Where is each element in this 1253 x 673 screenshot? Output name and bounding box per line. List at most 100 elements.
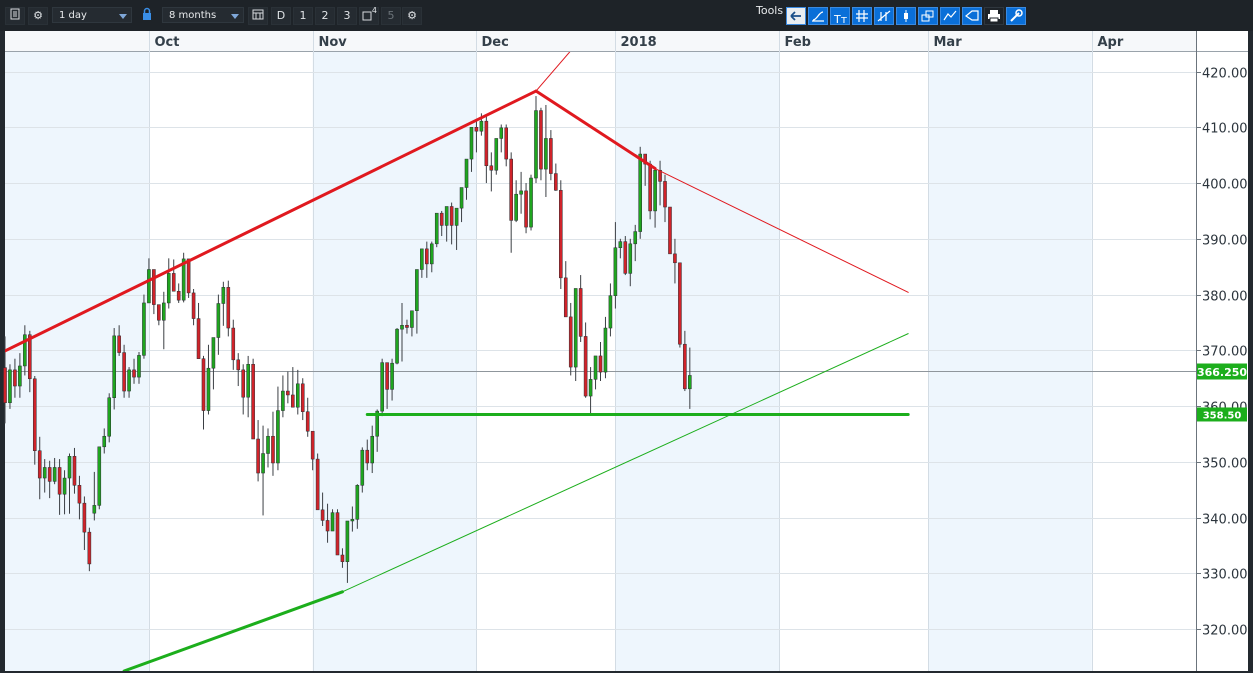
candle-up <box>246 364 250 398</box>
candle-down <box>77 485 82 504</box>
period-button-1[interactable]: 1 <box>293 7 313 25</box>
print-icon <box>988 10 1000 23</box>
candle-up <box>593 355 598 380</box>
tool-curve[interactable] <box>808 7 828 25</box>
x-tick-label: Feb <box>785 35 811 50</box>
candle-down <box>683 343 687 390</box>
tool-print[interactable] <box>984 7 1004 25</box>
tools-label: Tools <box>756 4 784 17</box>
candle-down <box>47 467 52 482</box>
candle-down <box>132 369 136 378</box>
candle-up <box>107 397 112 437</box>
candle-down <box>474 127 479 132</box>
candle-down <box>335 512 340 556</box>
candle-down <box>563 277 568 318</box>
chevron-down-icon <box>119 14 127 19</box>
period-button-2[interactable]: 2 <box>315 7 335 25</box>
candle-up <box>42 467 47 479</box>
candle-up <box>166 273 171 304</box>
period-button-3[interactable]: 3 <box>337 7 357 25</box>
candle-up <box>588 379 593 397</box>
candle-up <box>603 327 608 373</box>
candle-down <box>117 335 121 353</box>
candle-up <box>206 367 211 411</box>
month-band <box>615 52 780 671</box>
y-tick-label: 370.00 <box>1202 345 1248 360</box>
candle-up <box>459 187 464 209</box>
candle-down <box>57 467 62 495</box>
price-chart[interactable]: Oct Nov Dec 2018 Feb Mar Apr 420.00 410.00 400.00… <box>0 31 1253 673</box>
period-settings-button[interactable]: ⚙ <box>402 7 422 25</box>
candle-up <box>514 193 518 221</box>
tool-candle[interactable] <box>896 7 916 25</box>
panel-icon[interactable] <box>5 7 25 25</box>
candle-up <box>147 269 151 304</box>
candle-down <box>623 241 628 274</box>
tool-back[interactable] <box>786 7 806 25</box>
month-band <box>928 52 1092 671</box>
candle-up <box>137 355 141 378</box>
candle-down <box>196 318 201 359</box>
candle-up <box>211 337 216 369</box>
chart-toolbar: ⚙ 1 day 8 months D 1 2 3 4 5 ⚙ Tools Tт <box>0 0 1253 32</box>
calendar-button[interactable] <box>248 7 268 25</box>
period-button-4[interactable]: 4 <box>359 6 379 25</box>
candle-down <box>122 352 126 392</box>
candle-up <box>420 248 424 270</box>
candle-up <box>390 362 394 390</box>
period-button-d[interactable]: D <box>271 7 291 25</box>
candle-down <box>325 520 330 532</box>
lock-icon <box>143 7 151 20</box>
candle-down <box>310 430 315 460</box>
candle-up <box>688 375 692 390</box>
lock-button[interactable] <box>138 7 156 23</box>
candle-up <box>608 295 613 329</box>
candle-up <box>573 288 578 368</box>
period-button-5[interactable]: 5 <box>381 7 401 25</box>
y-tick-label: 330.00 <box>1202 568 1248 583</box>
period-button-4-label: 4 <box>371 6 377 15</box>
candle-down <box>28 334 32 380</box>
tool-indicator[interactable] <box>940 7 960 25</box>
candle-down <box>152 269 156 305</box>
candle-up <box>410 310 414 328</box>
comment-icon <box>964 10 979 21</box>
tool-layers[interactable] <box>918 7 938 25</box>
candle-down <box>32 378 37 451</box>
candle-down <box>504 127 509 160</box>
candle-up <box>469 127 474 160</box>
candle-up <box>67 456 72 479</box>
candle-down <box>365 449 370 464</box>
candle-up <box>355 485 360 520</box>
tool-comment[interactable] <box>962 7 982 25</box>
candle-up <box>127 369 131 392</box>
candle-up <box>454 207 459 226</box>
layers-icon <box>921 10 934 22</box>
candle-down <box>489 165 494 171</box>
x-tick-label: Mar <box>934 35 963 50</box>
candle-down <box>340 554 345 562</box>
candle-up <box>18 365 22 387</box>
candle-down <box>226 287 231 329</box>
candle-down <box>425 248 429 265</box>
candle-down <box>663 181 667 208</box>
chart-settings-button[interactable]: ⚙ <box>28 7 48 25</box>
candle-up <box>276 410 280 464</box>
range-select[interactable]: 8 months <box>162 7 244 23</box>
tool-settings[interactable] <box>1006 7 1026 25</box>
candle-up <box>92 505 97 514</box>
candle-down <box>231 327 236 361</box>
candle-up <box>613 247 618 296</box>
candle-down <box>291 394 295 408</box>
candle-down <box>201 358 206 411</box>
tool-crosshair[interactable] <box>874 7 894 25</box>
candle-down <box>549 138 553 174</box>
candle-down <box>72 456 77 486</box>
interval-select[interactable]: 1 day <box>52 7 132 23</box>
candle-down <box>256 438 260 474</box>
tool-grid[interactable] <box>852 7 872 25</box>
tool-text[interactable]: Tт <box>830 7 850 26</box>
candle-up <box>281 390 285 411</box>
candle-up <box>97 446 102 506</box>
candle-down <box>305 411 310 432</box>
